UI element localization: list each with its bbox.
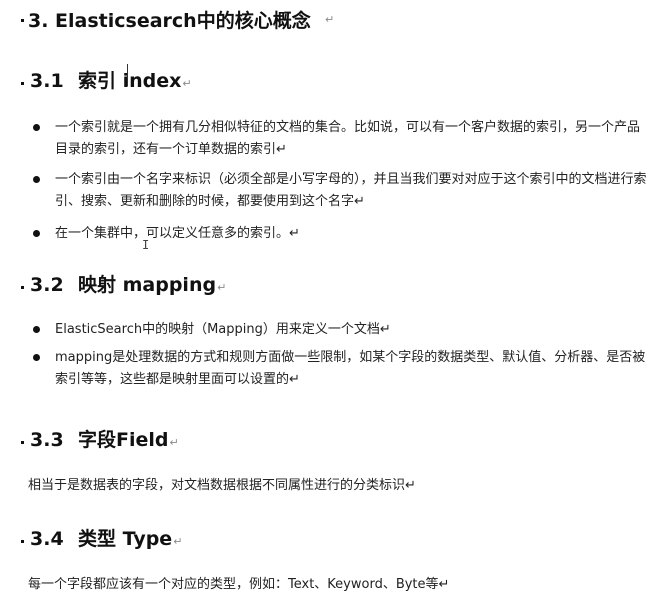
paragraph: 每一个字段都应该有一个对应的类型，例如：Text、Keyword、Byte等↵ [28, 577, 450, 592]
heading-3-3: 3.3 字段Field↵ [30, 425, 179, 452]
heading-marker [21, 286, 24, 289]
mouse-ibeam-icon: I [142, 238, 150, 252]
bullet-icon [33, 326, 40, 333]
heading-3: 3. Elasticsearch中的核心概念 [28, 10, 311, 32]
section-number: 3.2 [30, 274, 64, 296]
bullet-icon [33, 176, 40, 183]
section-title: 字段Field [78, 429, 169, 451]
heading-marker [21, 19, 24, 22]
paragraph-mark: ↵ [217, 281, 227, 294]
heading-marker [21, 441, 24, 444]
paragraph-mark: ↵ [182, 77, 192, 90]
bullet-icon [33, 230, 40, 237]
list-item-text: ElasticSearch中的映射（Mapping）用来定义一个文档↵ [55, 322, 391, 337]
list-item-text: mapping是处理数据的方式和规则方面做一些限制，如某个字段的数据类型、默认值… [55, 350, 646, 387]
list-item-text: 一个索引就是一个拥有几分相似特征的文档的集合。比如说，可以有一个客户数据的索引，… [55, 120, 641, 157]
list-item-text: 一个索引由一个名字来标识（必须全部是小写字母的），并且当我们要对对应于这个索引中… [55, 172, 647, 209]
section-title-en: index [122, 70, 182, 92]
section-title: 映射 mapping [78, 274, 217, 296]
heading-3-1: 3.1 索引 index↵ [30, 66, 192, 93]
text-cursor [127, 64, 128, 86]
section-number: 3.1 [30, 70, 64, 92]
heading-marker [21, 82, 24, 85]
section-title-cn: 索引 [78, 70, 123, 92]
heading-3-2: 3.2 映射 mapping↵ [30, 270, 226, 297]
section-number: 3.4 [30, 528, 64, 550]
document-page: 3. Elasticsearch中的核心概念 ↵ 3.1 索引 index↵ 一个… [0, 0, 662, 605]
paragraph-mark: ↵ [325, 13, 335, 26]
paragraph: 相当于是数据表的字段，对文档数据根据不同属性进行的分类标识↵ [28, 478, 416, 493]
bullet-icon [33, 354, 40, 361]
heading-3-4: 3.4 类型 Type↵ [30, 524, 182, 551]
paragraph-mark: ↵ [169, 436, 179, 449]
paragraph-mark: ↵ [173, 535, 183, 548]
heading-marker [21, 540, 24, 543]
bullet-icon [33, 124, 40, 131]
section-number: 3.3 [30, 429, 64, 451]
section-title: 类型 Type [78, 528, 173, 550]
